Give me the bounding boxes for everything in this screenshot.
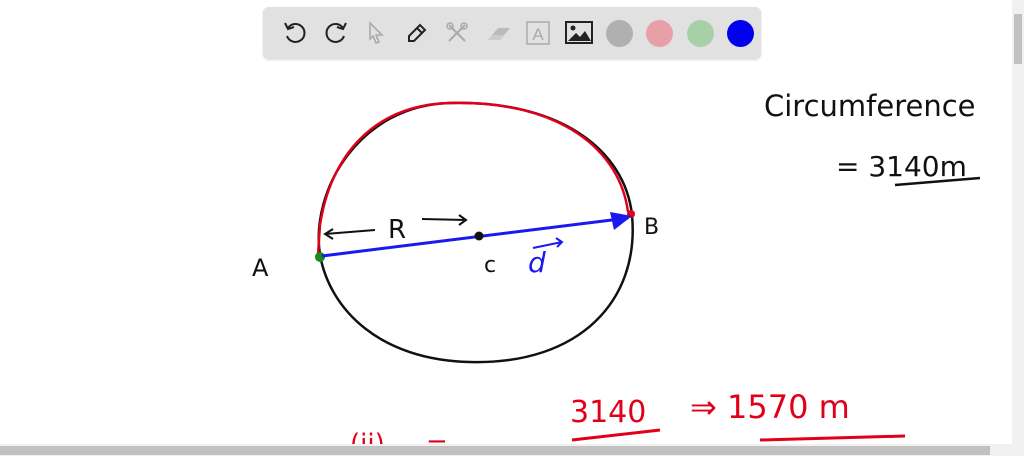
select-button[interactable] <box>356 13 397 53</box>
swatch-gray <box>605 19 633 47</box>
color-pink[interactable] <box>640 13 681 53</box>
red-arc <box>316 101 630 256</box>
point-a-label: A <box>252 254 269 282</box>
whiteboard-canvas[interactable]: R A B c d Circumference = 3140m (ii) ...… <box>0 0 1012 444</box>
drawing-toolbar: A <box>263 7 761 59</box>
numerator: 3140 <box>570 395 646 430</box>
pen-button[interactable] <box>397 13 438 53</box>
image-icon <box>564 21 593 44</box>
swatch-pink <box>646 19 674 47</box>
image-button[interactable] <box>559 13 600 53</box>
redo-button[interactable] <box>316 13 357 53</box>
text-button[interactable]: A <box>518 13 559 53</box>
tools-button[interactable] <box>437 13 478 53</box>
color-green[interactable] <box>680 13 721 53</box>
diameter-label: d <box>528 246 546 279</box>
eraser-button[interactable] <box>478 13 519 53</box>
fraction-bar <box>571 428 661 442</box>
circle-outline <box>317 101 634 364</box>
eraser-icon <box>487 28 510 40</box>
redo-icon <box>325 22 347 43</box>
svg-text:A: A <box>533 25 545 44</box>
horizontal-scrollbar[interactable] <box>0 444 1024 456</box>
color-gray[interactable] <box>599 13 640 53</box>
circumference-value: = 3140m <box>836 150 967 183</box>
radius-label: R <box>388 215 406 245</box>
center-dot <box>474 231 484 241</box>
result-underline <box>759 434 906 442</box>
pen-icon <box>407 23 427 42</box>
swatch-green <box>686 19 714 47</box>
text-icon: A <box>526 21 550 45</box>
vertical-scroll-thumb[interactable] <box>1014 14 1022 64</box>
vector-arrow <box>532 237 564 249</box>
select-icon <box>369 21 385 44</box>
horizontal-scroll-thumb[interactable] <box>0 446 990 455</box>
equation-left: (ii) ... = <box>350 429 448 444</box>
center-label: c <box>484 253 496 278</box>
vertical-scrollbar[interactable] <box>1012 0 1024 444</box>
circumference-label: Circumference <box>764 89 976 123</box>
radius-arrow-left <box>323 228 376 240</box>
point-b-label: B <box>644 215 659 240</box>
tools-icon <box>446 22 468 42</box>
undo-button[interactable] <box>275 13 316 53</box>
swatch-blue <box>727 19 755 47</box>
undo-icon <box>284 22 306 43</box>
radius-arrow-right <box>421 214 468 226</box>
color-blue[interactable] <box>721 13 762 53</box>
result: ⇒ 1570 m <box>690 388 850 426</box>
